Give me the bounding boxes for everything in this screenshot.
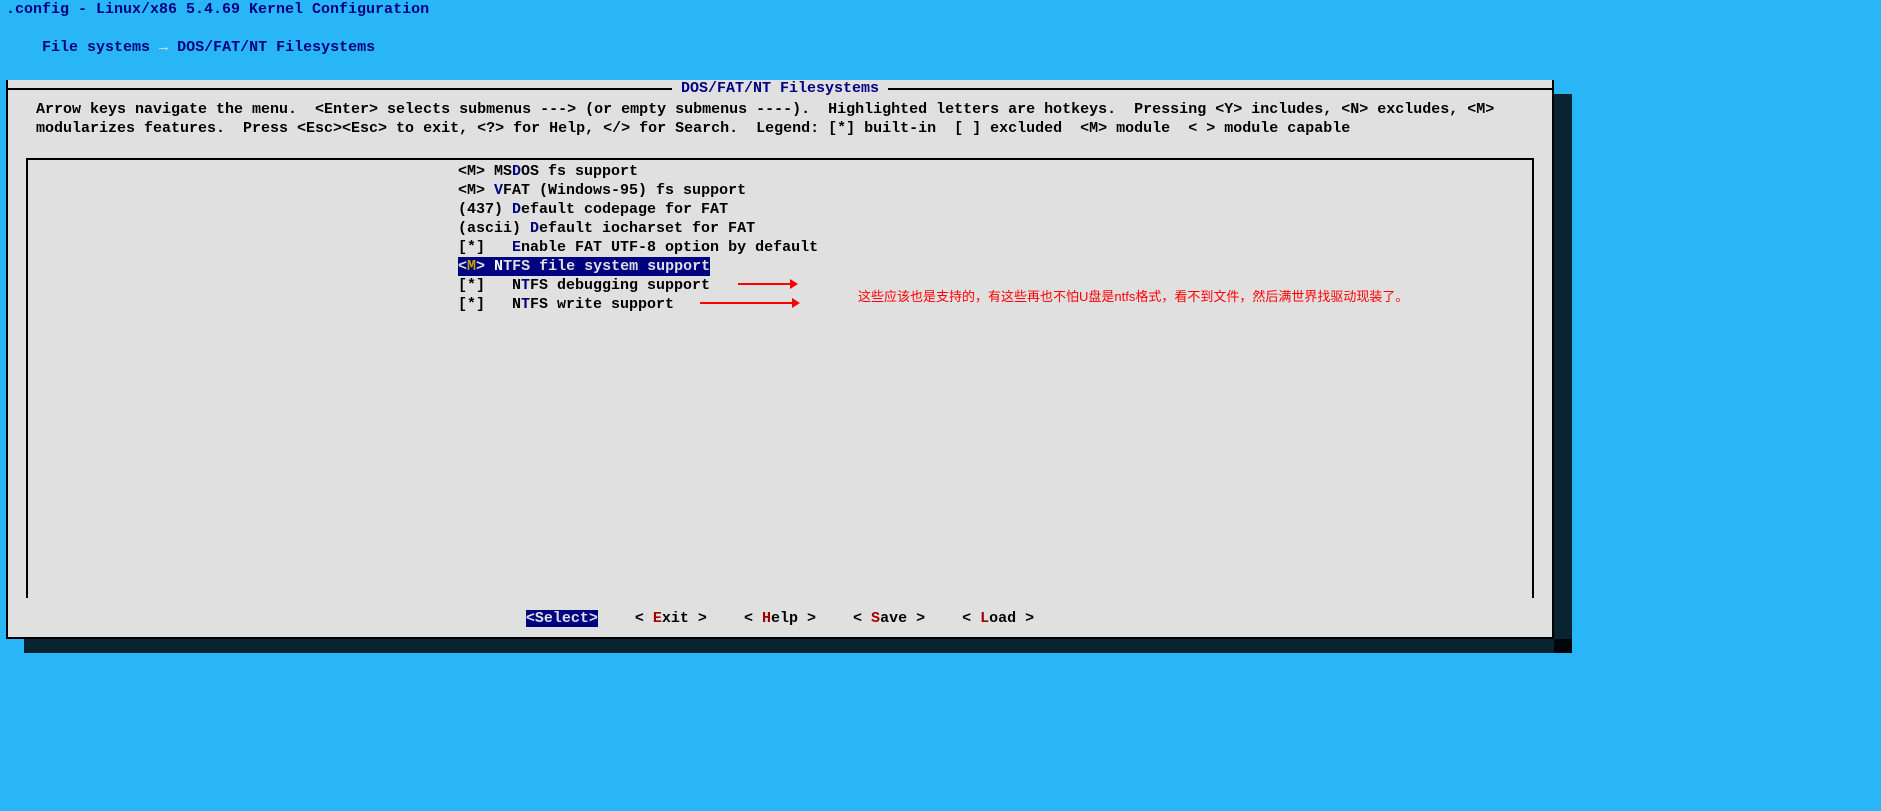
menu-item-0[interactable]: <M> MSDOS fs support [28,162,1532,181]
panel-title: DOS/FAT/NT Filesystems [8,80,1552,98]
drop-shadow [1554,94,1572,653]
breadcrumb-item-dosfatnt: DOS/FAT/NT Filesystems [177,39,375,56]
load-button[interactable]: < Load > [962,610,1034,627]
help-button[interactable]: < Help > [744,610,816,627]
select-button[interactable]: <Select> [526,610,598,627]
menu-item-1[interactable]: <M> VFAT (Windows-95) fs support [28,181,1532,200]
menu-list[interactable]: <M> MSDOS fs support<M> VFAT (Windows-95… [26,158,1534,598]
breadcrumb: File systems → DOS/FAT/NT Filesystems [0,19,1560,80]
menu-item-4[interactable]: [*] Enable FAT UTF-8 option by default [28,238,1532,257]
help-text: Arrow keys navigate the menu. <Enter> se… [8,98,1552,148]
button-bar: <Select> < Exit > < Help > < Save > < Lo… [8,602,1552,637]
save-button[interactable]: < Save > [853,610,925,627]
menu-item-5[interactable]: <M> NTFS file system support [458,257,710,276]
breadcrumb-separator: → [150,39,177,56]
breadcrumb-item-filesystems: File systems [42,39,150,56]
annotation-text: 这些应该也是支持的，有这些再也不怕U盘是ntfs格式，看不到文件，然后满世界找驱… [858,286,1408,305]
config-panel: DOS/FAT/NT Filesystems Arrow keys naviga… [6,80,1554,639]
exit-button[interactable]: < Exit > [635,610,707,627]
annotation-arrow-icon [738,277,798,291]
drop-shadow [24,639,1572,653]
menu-item-3[interactable]: (ascii) Default iocharset for FAT [28,219,1532,238]
annotation-arrow-icon [700,296,800,310]
window-title: .config - Linux/x86 5.4.69 Kernel Config… [0,0,1560,19]
menu-item-2[interactable]: (437) Default codepage for FAT [28,200,1532,219]
